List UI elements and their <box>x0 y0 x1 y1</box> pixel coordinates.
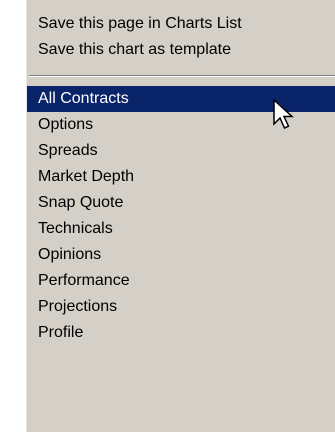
menu-item-projections[interactable]: Projections <box>27 294 335 320</box>
arrow-pointer-icon <box>273 99 294 129</box>
menu-item-save-chart-template[interactable]: Save this chart as template <box>27 37 335 63</box>
menu-section-save: Save this page in Charts List Save this … <box>27 0 335 63</box>
menu-item-save-page-charts-list[interactable]: Save this page in Charts List <box>27 11 335 37</box>
menu-item-opinions[interactable]: Opinions <box>27 242 335 268</box>
menu-item-market-depth[interactable]: Market Depth <box>27 164 335 190</box>
menu-item-performance[interactable]: Performance <box>27 268 335 294</box>
menu-item-technicals[interactable]: Technicals <box>27 216 335 242</box>
menu-item-profile[interactable]: Profile <box>27 320 335 346</box>
menu-item-snap-quote[interactable]: Snap Quote <box>27 190 335 216</box>
context-menu: Save this page in Charts List Save this … <box>26 0 335 432</box>
menu-separator <box>29 75 335 77</box>
menu-item-spreads[interactable]: Spreads <box>27 138 335 164</box>
